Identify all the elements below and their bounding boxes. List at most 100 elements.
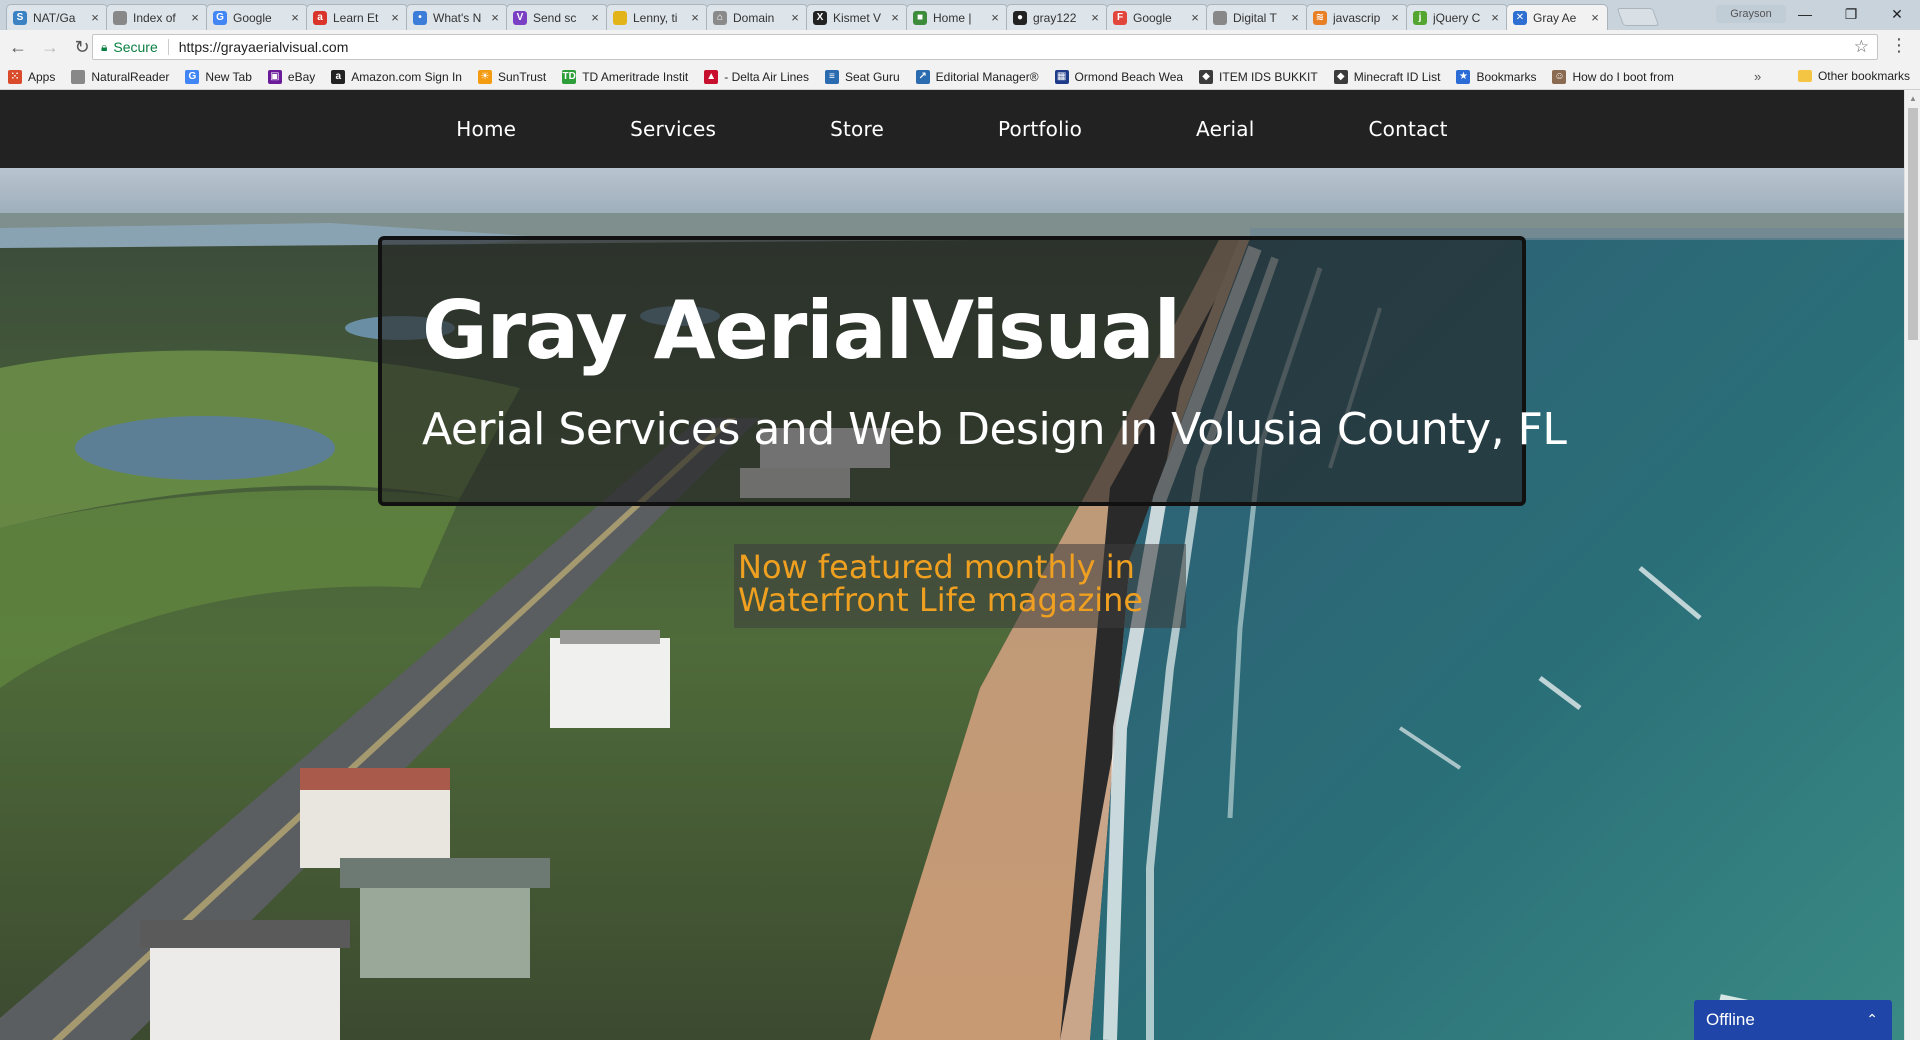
browser-tab[interactable]: • What's N × (406, 4, 508, 30)
browser-menu-icon[interactable]: ⋮ (1890, 36, 1908, 54)
bookmark-item[interactable]: ▦ Ormond Beach Wea (1054, 69, 1183, 84)
forward-icon[interactable]: → (36, 33, 64, 61)
bookmark-item[interactable]: ◆ Minecraft ID List (1333, 69, 1441, 84)
bookmark-item[interactable]: ⁙ Apps (8, 69, 55, 84)
bookmark-item[interactable]: NaturalReader (71, 69, 169, 84)
browser-tab[interactable]: ≋ javascrip × (1306, 4, 1408, 30)
close-tab-icon[interactable]: × (789, 10, 801, 25)
bookmark-item[interactable]: ▣ eBay (267, 69, 315, 84)
bookmark-item[interactable]: TD TD Ameritrade Instit (562, 69, 688, 84)
bookmark-item[interactable]: G New Tab (185, 69, 252, 84)
nav-contact[interactable]: Contact (1368, 117, 1447, 141)
restore-icon[interactable]: ❐ (1828, 0, 1874, 28)
other-bookmarks-label: Other bookmarks (1817, 69, 1910, 83)
nav-portfolio[interactable]: Portfolio (998, 117, 1082, 141)
nav-store[interactable]: Store (830, 117, 884, 141)
bookmark-label: Minecraft ID List (1353, 69, 1441, 84)
bookmark-item[interactable]: a Amazon.com Sign In (331, 69, 462, 84)
tab-title: What's N (433, 10, 482, 25)
close-tab-icon[interactable]: × (889, 10, 901, 25)
window-controls: — ❐ ✕ (1782, 0, 1920, 28)
tab-favicon-js: ≋ (1313, 10, 1327, 25)
tab-favicon-gray: ✕ (1513, 10, 1527, 25)
bookmark-item[interactable]: ↗ Editorial Manager® (915, 69, 1039, 84)
document-icon (1213, 10, 1227, 25)
feature-banner[interactable]: Now featured monthly in Waterfront Life … (734, 544, 1186, 628)
url-text[interactable]: https://grayaerialvisual.com (179, 39, 349, 55)
close-tab-icon[interactable]: × (289, 10, 301, 25)
tab-favicon-jquery: j (1413, 10, 1427, 25)
profile-button[interactable]: Grayson (1716, 5, 1786, 23)
scroll-thumb[interactable] (1908, 108, 1918, 340)
lock-icon: 🔒︎ (101, 39, 108, 54)
bookmark-item[interactable]: ≡ Seat Guru (824, 69, 900, 84)
close-tab-icon[interactable]: × (1489, 10, 1501, 25)
folder-icon (1797, 70, 1812, 82)
delta-icon: ▲ (704, 69, 719, 84)
browser-tab[interactable]: Index of × (106, 4, 208, 30)
page-scrollbar[interactable]: ▲ (1904, 90, 1920, 1040)
bookmark-item[interactable]: ☺ How do I boot from (1552, 69, 1674, 84)
close-tab-icon[interactable]: × (1289, 10, 1301, 25)
tab-title: Index of (133, 10, 176, 25)
back-icon[interactable]: ← (4, 33, 32, 61)
close-tab-icon[interactable]: × (1589, 10, 1601, 25)
minimize-icon[interactable]: — (1782, 0, 1828, 28)
close-tab-icon[interactable]: × (389, 10, 401, 25)
tab-title: Home | (933, 10, 972, 25)
address-bar[interactable]: 🔒︎ Secure https://grayaerialvisual.com ☆ (92, 34, 1878, 60)
minecraft-icon: ◆ (1333, 69, 1348, 84)
new-tab-button[interactable] (1616, 8, 1660, 26)
bookmark-item[interactable]: ☀ SunTrust (477, 69, 546, 84)
browser-toolbar: ← → ↻ 🔒︎ Secure https://grayaerialvisual… (0, 30, 1920, 64)
apps-icon: ⁙ (8, 69, 22, 84)
browser-tab[interactable]: G Google × (206, 4, 308, 30)
tab-title: jQuery C (1433, 10, 1481, 25)
bookmark-item[interactable]: ▲ - Delta Air Lines (704, 69, 809, 84)
browser-tab[interactable]: ✕ Gray Ae × (1506, 4, 1608, 30)
bookmark-star-icon[interactable]: ☆ (1854, 37, 1869, 57)
browser-tab[interactable]: F Google × (1106, 4, 1208, 30)
nav-services[interactable]: Services (630, 117, 716, 141)
tab-favicon-send: V (513, 10, 527, 25)
more-bookmarks-icon[interactable]: » (1754, 69, 1761, 84)
chevron-up-icon[interactable]: ⌃ (1866, 1011, 1878, 1028)
other-bookmarks[interactable]: Other bookmarks (1797, 69, 1910, 83)
bookmark-label: ITEM IDS BUKKIT (1219, 69, 1318, 84)
feature-line-2: Waterfront Life magazine (738, 581, 1144, 619)
browser-tab[interactable]: Digital T × (1206, 4, 1308, 30)
browser-tab[interactable]: S NAT/Ga × (6, 4, 108, 30)
close-tab-icon[interactable]: × (1189, 10, 1201, 25)
close-tab-icon[interactable]: × (189, 10, 201, 25)
bookmark-item[interactable]: ★ Bookmarks (1456, 69, 1536, 84)
close-tab-icon[interactable]: × (989, 10, 1001, 25)
close-tab-icon[interactable]: × (1389, 10, 1401, 25)
hero-section: Gray AerialVisual Aerial Services and We… (0, 168, 1904, 1040)
close-tab-icon[interactable]: × (589, 10, 601, 25)
close-window-icon[interactable]: ✕ (1874, 0, 1920, 28)
close-tab-icon[interactable]: × (489, 10, 501, 25)
bookmark-item[interactable]: ◆ ITEM IDS BUKKIT (1199, 69, 1318, 84)
close-tab-icon[interactable]: × (89, 10, 101, 25)
browser-tab[interactable]: ■ Home | × (906, 4, 1008, 30)
browser-tab[interactable]: V Send sc × (506, 4, 608, 30)
tab-favicon-whats: • (413, 10, 427, 25)
nav-home[interactable]: Home (456, 117, 516, 141)
browser-tab[interactable]: ⌂ Domain × (706, 4, 808, 30)
browser-tab[interactable]: Lenny, ti × (606, 4, 708, 30)
td-icon: TD (562, 69, 577, 84)
bookmark-label: - Delta Air Lines (724, 69, 809, 84)
nav-aerial[interactable]: Aerial (1196, 117, 1254, 141)
chat-widget[interactable]: Offline ⌃ (1694, 1000, 1892, 1040)
weather-icon: ▦ (1054, 69, 1069, 84)
browser-tab[interactable]: j jQuery C × (1406, 4, 1508, 30)
tab-favicon-learn: a (313, 10, 327, 25)
browser-tab[interactable]: ● gray122 × (1006, 4, 1108, 30)
browser-tab[interactable]: a Learn Et × (306, 4, 408, 30)
browser-tab[interactable]: X Kismet V × (806, 4, 908, 30)
tab-favicon-home: ■ (913, 10, 927, 25)
tab-favicon-lenny (613, 10, 627, 25)
scroll-up-icon[interactable]: ▲ (1908, 94, 1918, 104)
close-tab-icon[interactable]: × (1089, 10, 1101, 25)
close-tab-icon[interactable]: × (689, 10, 701, 25)
